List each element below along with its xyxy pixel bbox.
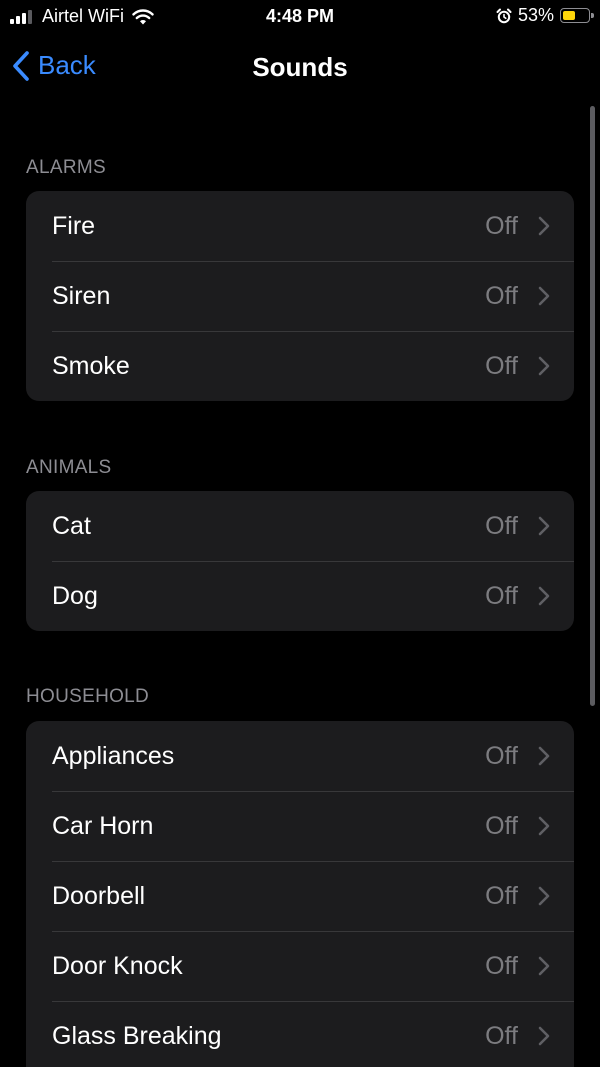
section-header-household: HOUSEHOLD [26,686,150,707]
row-label: Car Horn [52,811,154,840]
status-right: 53% [496,5,594,26]
row-value: Off [485,351,518,380]
battery-cap [591,13,594,18]
section-header-animals: ANIMALS [26,457,112,478]
row-label: Glass Breaking [52,1021,222,1050]
chevron-right-icon [538,1026,550,1046]
sound-row-cat[interactable]: Cat Off [26,491,574,561]
sound-row-siren[interactable]: Siren Off [26,261,574,331]
sound-row-glass-breaking[interactable]: Glass Breaking Off [26,1001,574,1067]
chevron-left-icon [13,50,29,81]
group-household: Appliances Off Car Horn Off Doorbell Off… [26,721,574,1067]
alarm-clock-icon [496,8,512,23]
chevron-right-icon [538,216,550,236]
chevron-right-icon [538,586,550,606]
row-value: Off [485,741,518,770]
row-value: Off [485,951,518,980]
row-value: Off [485,511,518,540]
sound-row-doorbell[interactable]: Doorbell Off [26,861,574,931]
navigation-bar: Back Sounds [0,38,600,98]
row-value: Off [485,881,518,910]
chevron-right-icon [538,286,550,306]
group-animals: Cat Off Dog Off [26,491,574,631]
chevron-right-icon [538,516,550,536]
row-value: Off [485,1021,518,1050]
row-label: Siren [52,281,111,310]
battery-fill [563,11,575,20]
sound-row-appliances[interactable]: Appliances Off [26,721,574,791]
section-header-alarms: ALARMS [26,157,106,178]
sound-row-smoke[interactable]: Smoke Off [26,331,574,401]
status-bar: Airtel WiFi 4:48 PM 53% [0,0,600,34]
row-label: Smoke [52,351,130,380]
row-label: Appliances [52,741,175,770]
battery-percent: 53% [517,5,554,25]
group-alarms: Fire Off Siren Off Smoke Off [26,191,574,401]
row-label: Fire [52,211,96,240]
row-value: Off [485,811,518,840]
row-label: Door Knock [52,951,183,980]
sound-row-fire[interactable]: Fire Off [26,191,574,261]
back-button[interactable]: Back [12,50,96,81]
row-label: Cat [52,511,91,540]
row-label: Dog [52,581,98,610]
chevron-right-icon [538,356,550,376]
sound-row-car-horn[interactable]: Car Horn Off [26,791,574,861]
row-value: Off [485,281,518,310]
chevron-right-icon [538,746,550,766]
scroll-indicator[interactable] [590,106,595,706]
battery-icon [560,8,594,23]
row-value: Off [485,211,518,240]
back-label: Back [38,50,96,80]
row-value: Off [485,581,518,610]
chevron-right-icon [538,956,550,976]
sound-row-dog[interactable]: Dog Off [26,561,574,631]
chevron-right-icon [538,816,550,836]
row-label: Doorbell [52,881,146,910]
chevron-right-icon [538,886,550,906]
sound-row-door-knock[interactable]: Door Knock Off [26,931,574,1001]
